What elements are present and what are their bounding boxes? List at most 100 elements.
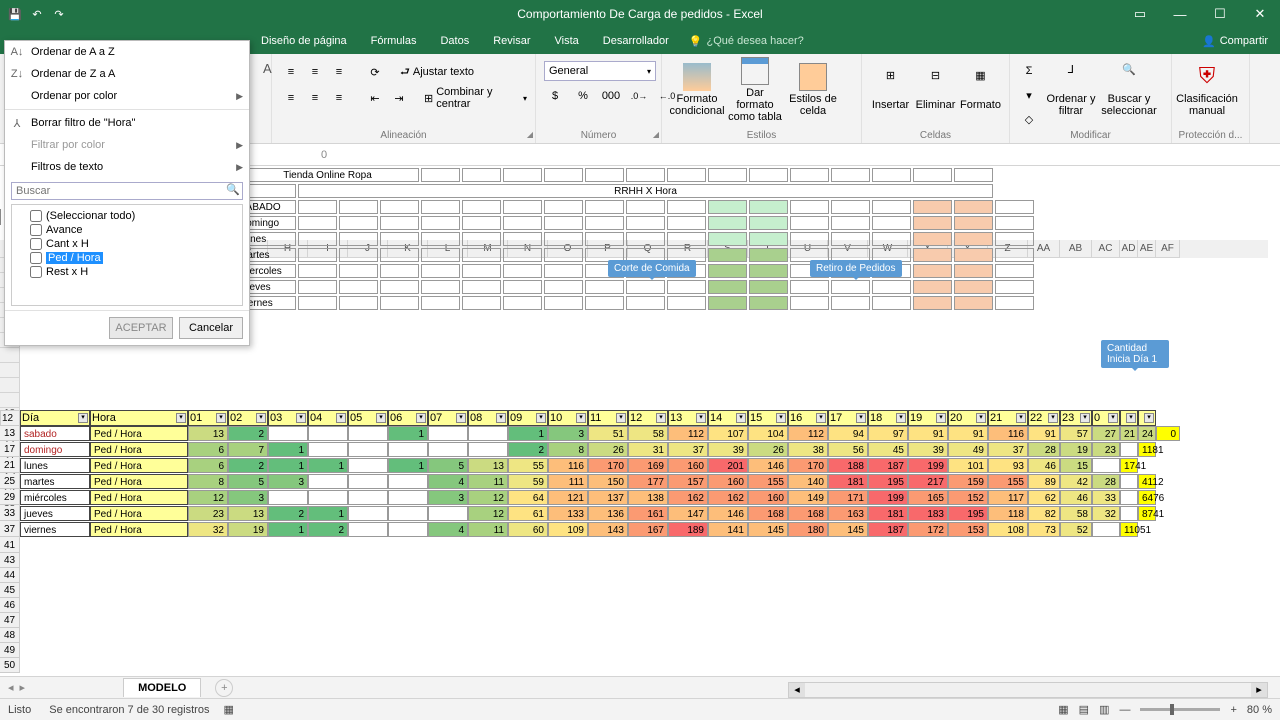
autosum-icon[interactable]: Σ	[1018, 60, 1040, 82]
conditional-format-button[interactable]: Formato condicional	[670, 57, 724, 123]
filter-dropdown-icon[interactable]: ▾	[416, 413, 426, 423]
minimize-button[interactable]: —	[1160, 0, 1200, 28]
format-cells-button[interactable]: ▦Formato	[960, 57, 1001, 123]
view-pagebreak-icon[interactable]: ▥	[1099, 703, 1109, 716]
filter-dropdown-icon[interactable]: ▾	[896, 413, 906, 423]
protection-button[interactable]: ⛨Clasificación manual	[1180, 57, 1234, 123]
new-sheet-button[interactable]: +	[215, 679, 233, 697]
filter-dropdown-icon[interactable]: ▾	[936, 413, 946, 423]
tab-view[interactable]: Vista	[543, 31, 591, 51]
format-as-table-button[interactable]: Dar formato como tabla	[728, 57, 782, 123]
sheet-nav-first-icon[interactable]: ◂	[8, 681, 14, 694]
filter-dropdown-icon[interactable]: ▾	[656, 413, 666, 423]
filter-dropdown-icon[interactable]: ▾	[296, 413, 306, 423]
filter-value-checkbox[interactable]	[30, 224, 42, 236]
filter-dropdown-icon[interactable]: ▾	[976, 413, 986, 423]
wrap-text-button[interactable]: Ajustar texto	[413, 66, 474, 78]
zoom-slider[interactable]	[1140, 708, 1220, 711]
view-layout-icon[interactable]: ▤	[1079, 703, 1089, 716]
filter-dropdown-icon[interactable]: ▾	[736, 413, 746, 423]
orientation-icon[interactable]: ⟳	[364, 61, 386, 83]
tab-data[interactable]: Datos	[428, 31, 481, 51]
filter-dropdown-icon[interactable]: ▾	[616, 413, 626, 423]
filter-dropdown-icon[interactable]: ▾	[1048, 413, 1058, 423]
filter-value-checkbox[interactable]	[30, 210, 42, 222]
filter-dropdown-icon[interactable]: ▾	[576, 413, 586, 423]
sort-filter-button[interactable]: ⅃Ordenar y filtrar	[1044, 57, 1098, 123]
align-top-icon[interactable]: ≡	[280, 61, 302, 83]
fill-icon[interactable]: ▾	[1018, 84, 1040, 106]
tab-developer[interactable]: Desarrollador	[591, 31, 681, 51]
ribbon-options-icon[interactable]: ▭	[1120, 0, 1160, 28]
filter-dropdown-icon[interactable]: ▾	[1080, 413, 1090, 423]
filter-dropdown-icon[interactable]: ▾	[216, 413, 226, 423]
indent-dec-icon[interactable]: ⇤	[364, 87, 386, 109]
clear-filter-item[interactable]: ⅄Borrar filtro de "Hora"	[5, 112, 249, 134]
cell-styles-button[interactable]: Estilos de celda	[786, 57, 840, 123]
align-right-icon[interactable]: ≡	[328, 87, 350, 109]
delete-cells-button[interactable]: ⊟Eliminar	[915, 57, 956, 123]
filter-dropdown-icon[interactable]: ▾	[1144, 413, 1154, 423]
find-select-button[interactable]: 🔍Buscar y seleccionar	[1102, 57, 1156, 123]
sheet-tab-modelo[interactable]: MODELO	[123, 678, 201, 697]
zoom-level[interactable]: 80 %	[1247, 704, 1272, 716]
filter-value-item[interactable]: (Seleccionar todo)	[16, 209, 238, 223]
undo-icon[interactable]: ↶	[28, 5, 46, 23]
indent-inc-icon[interactable]: ⇥	[388, 87, 410, 109]
tab-review[interactable]: Revisar	[481, 31, 542, 51]
tell-me[interactable]: 💡 ¿Qué desea hacer?	[689, 35, 804, 48]
sort-color-item[interactable]: Ordenar por color▶	[5, 85, 249, 107]
filter-dropdown-icon[interactable]: ▾	[376, 413, 386, 423]
save-icon[interactable]: 💾	[6, 5, 24, 23]
filter-value-checkbox[interactable]	[30, 252, 42, 264]
filter-ok-button[interactable]: ACEPTAR	[109, 317, 173, 339]
currency-icon[interactable]: $	[544, 85, 566, 107]
filter-dropdown-icon[interactable]: ▾	[816, 413, 826, 423]
filter-dropdown-icon[interactable]: ▾	[1108, 413, 1118, 423]
select-current-check[interactable]: ✓	[0, 209, 1, 225]
sort-desc-item[interactable]: Z↓Ordenar de Z a A	[5, 63, 249, 85]
redo-icon[interactable]: ↷	[50, 5, 68, 23]
align-left-icon[interactable]: ≡	[280, 87, 302, 109]
maximize-button[interactable]: ☐	[1200, 0, 1240, 28]
align-mid-icon[interactable]: ≡	[304, 61, 326, 83]
thousands-icon[interactable]: 000	[600, 85, 622, 107]
filter-dropdown-icon[interactable]: ▾	[496, 413, 506, 423]
sort-asc-item[interactable]: A↓Ordenar de A a Z	[5, 41, 249, 63]
view-normal-icon[interactable]: ▦	[1058, 703, 1068, 716]
insert-cells-button[interactable]: ⊞Insertar	[870, 57, 911, 123]
sheet-nav-last-icon[interactable]: ▸	[20, 681, 26, 694]
filter-value-item[interactable]: Cant x H	[16, 237, 238, 251]
filter-dropdown-icon[interactable]: ▾	[1126, 413, 1136, 423]
filter-dropdown-icon[interactable]: ▾	[856, 413, 866, 423]
macro-record-icon[interactable]: ▦	[223, 703, 233, 716]
clear-icon[interactable]: ◇	[1018, 108, 1040, 130]
filter-values-tree[interactable]: (Seleccionar todo)AvanceCant x HPed / Ho…	[11, 204, 243, 306]
filter-search[interactable]: 🔍	[11, 182, 243, 200]
filter-search-input[interactable]	[12, 183, 224, 199]
formula-input[interactable]: 0	[315, 149, 333, 161]
filter-dropdown-icon[interactable]: ▾	[78, 413, 88, 423]
filter-dropdown-icon[interactable]: ▾	[1016, 413, 1026, 423]
filter-text-item[interactable]: Filtros de texto▶	[5, 156, 249, 178]
number-format-select[interactable]: General	[549, 65, 588, 77]
filter-value-checkbox[interactable]	[30, 266, 42, 278]
tab-formulas[interactable]: Fórmulas	[359, 31, 429, 51]
share-button[interactable]: 👤 Compartir	[1190, 31, 1280, 52]
filter-dropdown-icon[interactable]: ▾	[456, 413, 466, 423]
percent-icon[interactable]: %	[572, 85, 594, 107]
filter-dropdown-icon[interactable]: ▾	[536, 413, 546, 423]
filter-cancel-button[interactable]: Cancelar	[179, 317, 243, 339]
filter-dropdown-icon[interactable]: ▾	[696, 413, 706, 423]
zoom-out-button[interactable]: —	[1119, 704, 1130, 716]
filter-dropdown-icon[interactable]: ▾	[256, 413, 266, 423]
filter-value-item[interactable]: Avance	[16, 223, 238, 237]
filter-dropdown-icon[interactable]: ▾	[336, 413, 346, 423]
filter-value-checkbox[interactable]	[30, 238, 42, 250]
close-button[interactable]: ✕	[1240, 0, 1280, 28]
filter-value-item[interactable]: Ped / Hora	[16, 251, 238, 265]
align-center-icon[interactable]: ≡	[304, 87, 326, 109]
zoom-in-button[interactable]: +	[1230, 704, 1236, 716]
align-bot-icon[interactable]: ≡	[328, 61, 350, 83]
filter-dropdown-icon[interactable]: ▾	[776, 413, 786, 423]
